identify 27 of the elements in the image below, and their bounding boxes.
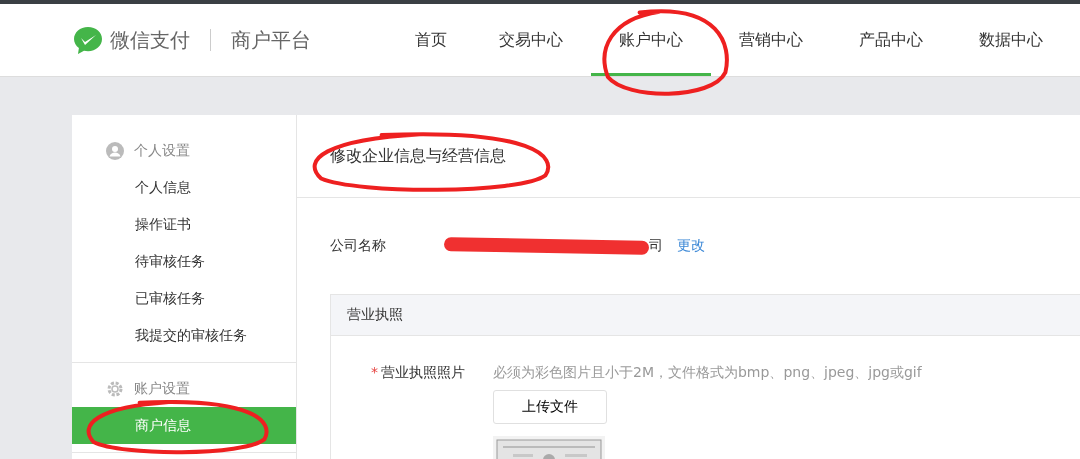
section-title: 营业执照	[347, 306, 403, 324]
group-title: 个人设置	[134, 142, 190, 160]
nav-tab[interactable]: 产品中心	[831, 4, 951, 76]
field-label: 公司名称	[330, 237, 387, 255]
nav-tab[interactable]: 交易中心	[471, 4, 591, 76]
brand-name: 微信支付	[110, 26, 190, 54]
hint-text: 必须为彩色图片且小于2M，文件格式为bmp、png、jpeg、jpg或gif	[493, 364, 922, 382]
nav-tab[interactable]: 营销中心	[711, 4, 831, 76]
person-icon	[106, 142, 124, 160]
product-name: 商户平台	[231, 26, 311, 54]
gear-icon	[106, 380, 124, 398]
sidebar-item[interactable]: 我提交的审核任务	[72, 317, 296, 354]
company-name: 司	[649, 237, 663, 255]
sidebar-item[interactable]: 操作证书	[72, 206, 296, 243]
change-link[interactable]: 更改	[677, 237, 705, 255]
page-title: 修改企业信息与经营信息	[330, 145, 506, 167]
group-title: 账户设置	[134, 380, 190, 398]
sidebar-item[interactable]: 个人信息	[72, 169, 296, 206]
required-mark: *	[371, 364, 378, 380]
field-label: 营业执照照片	[381, 364, 465, 380]
upload-button[interactable]: 上传文件	[493, 390, 607, 424]
nav-tab[interactable]: 数据中心	[951, 4, 1071, 76]
sidebar-item[interactable]: 待审核任务	[72, 243, 296, 280]
nav-tab[interactable]: 账户中心	[591, 4, 711, 76]
wechat-pay-logo-icon	[72, 25, 104, 55]
sidebar-item[interactable]: 已审核任务	[72, 280, 296, 317]
nav-tab[interactable]: 首页	[391, 4, 471, 76]
